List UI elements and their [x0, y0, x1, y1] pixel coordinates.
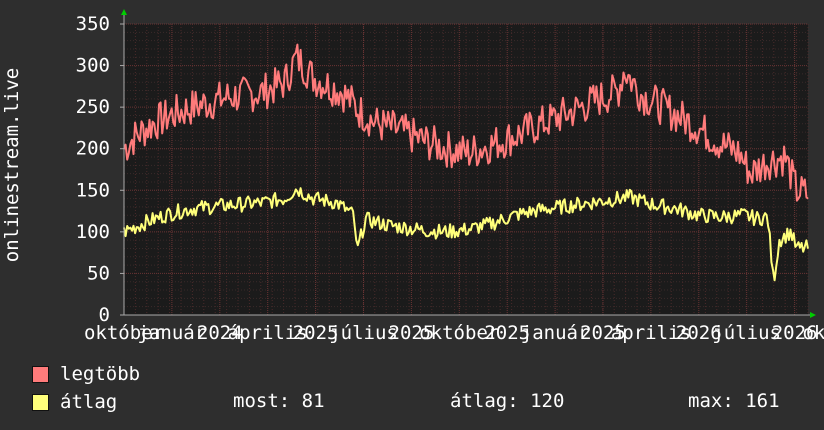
y-tick-label: 350: [76, 13, 110, 35]
legend-item-max: legtöbb: [32, 363, 140, 385]
legend-item-avg: átlag: [32, 391, 117, 413]
legend-label-max: legtöbb: [60, 363, 141, 385]
y-tick-label: 50: [87, 262, 110, 284]
y-tick-label: 150: [76, 179, 110, 201]
stat-max: max: 161: [688, 390, 780, 412]
y-tick-label: 300: [76, 55, 110, 77]
x-tick-label: október: [802, 322, 824, 344]
legend-swatch-avg: [32, 393, 49, 411]
x-axis-arrow: [810, 312, 816, 318]
y-axis-label: onlinestream.live: [1, 68, 23, 262]
stat-average: átlag: 120: [450, 390, 565, 412]
chart-container: 0 50 100 150 200 250 300 350 október január 2024 áp…: [0, 0, 824, 430]
y-tick-label: 100: [76, 221, 110, 243]
stat-current: most: 81: [233, 390, 325, 412]
y-tick-label: 200: [76, 138, 110, 160]
x-tick-label: július: [712, 322, 781, 344]
y-tick-label: 250: [76, 96, 110, 118]
legend-swatch-max: [32, 365, 49, 383]
plot-area: [124, 24, 808, 315]
y-axis-arrow: [121, 9, 127, 15]
legend-label-avg: átlag: [60, 391, 118, 413]
x-tick-label: január: [138, 322, 207, 344]
